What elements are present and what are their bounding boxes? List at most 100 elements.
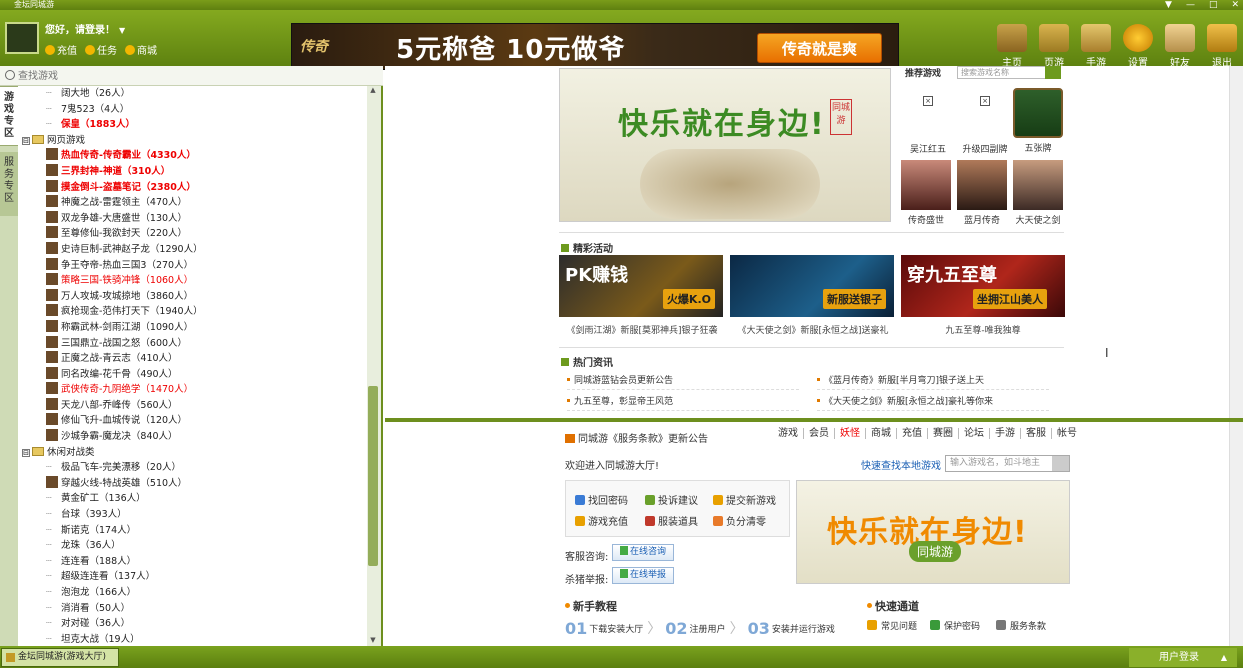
quick-terms[interactable]: 服务条款 [996, 619, 1046, 632]
quick-protect-password[interactable]: 保护密码 [930, 619, 980, 632]
tree-game-item[interactable]: 三界封神-神道（310人） [18, 163, 368, 180]
tree-game-item[interactable]: 天龙八部-乔峰传（560人） [18, 397, 368, 414]
recommend-search-input[interactable]: 搜索游戏名称 [957, 66, 1047, 79]
online-report-button[interactable]: 在线举报 [612, 567, 674, 584]
tree-game-item[interactable]: 三国鼎立-战国之怒（600人） [18, 335, 368, 352]
tree-game-item[interactable]: ┄ 极品飞车-完美漂移（20人） [18, 460, 368, 476]
avatar[interactable] [5, 22, 39, 54]
nav-yaoguai[interactable]: 妖怪 [835, 428, 866, 439]
tree-game-item[interactable]: ┄ 连连看（188人） [18, 554, 368, 570]
tree-game-item[interactable]: 摸金倒斗-盗墓笔记（2380人） [18, 179, 368, 196]
tree-game-item[interactable]: 策略三国-铁骑冲锋（1060人） [18, 273, 368, 289]
banner-button[interactable]: 传奇就是爽 [757, 33, 882, 63]
upper-scrollbar[interactable] [1229, 66, 1243, 418]
online-consult-button[interactable]: 在线咨询 [612, 544, 674, 561]
toolbar-exit[interactable]: 退出 [1201, 24, 1243, 70]
recommend-game[interactable]: 传奇盛世 [901, 160, 951, 226]
nav-support[interactable]: 客服 [1021, 428, 1052, 439]
news-item[interactable]: 九五至尊，彰显帝王风范 [567, 394, 673, 407]
activity-caption[interactable]: 《大天使之剑》新服[永恒之战]送豪礼 [718, 323, 908, 336]
tree-game-item[interactable]: 同名改编-花千骨（490人） [18, 366, 368, 383]
tree-game-item[interactable]: 穿越火线-特战英雄（510人） [18, 475, 368, 492]
mall-link[interactable]: 商城 [125, 42, 157, 57]
recommend-game[interactable]: × 吴江红五 [903, 88, 953, 155]
toolbar-mobilegame[interactable]: 手游 [1075, 24, 1117, 70]
collapse-icon[interactable]: ⊟ [22, 448, 30, 457]
nav-mall[interactable]: 商城 [866, 428, 897, 439]
tree-game-item[interactable]: ┄ 对对碰（36人） [18, 616, 368, 632]
tree-category[interactable]: ⊟ 休闲对战类 [18, 445, 368, 461]
activity-banner[interactable]: PK赚钱 火爆K.O [559, 255, 723, 317]
minimize-icon[interactable]: — [1186, 0, 1195, 10]
tree-game-item[interactable]: 疯抢现金-范伟打天下（1940人） [18, 304, 368, 320]
ad-banner[interactable]: 传奇 5元称爸 10元做爷 传奇就是爽 [291, 23, 899, 70]
tree-game-item[interactable]: ┄ 黄金矿工（136人） [18, 491, 368, 507]
nav-forum[interactable]: 论坛 [959, 428, 990, 439]
recommend-game[interactable]: 蓝月传奇 [957, 160, 1007, 226]
tree-game-item[interactable]: ┄ 消消看（50人） [18, 601, 368, 617]
tree-game-item[interactable]: 争王夺帝-热血三国3（270人） [18, 257, 368, 274]
local-game-search-input[interactable]: 输入游戏名，如斗地主 [945, 455, 1070, 472]
tree-game-item[interactable]: ┄ 龙珠（36人） [18, 538, 368, 554]
service-clear-negative[interactable]: 负分清零 [713, 513, 766, 528]
promo-banner[interactable]: 快乐就在身边! 同城游 [796, 480, 1070, 584]
tree-game-item[interactable]: 热血传奇-传奇霸业（4330人） [18, 148, 368, 164]
toolbar-webgame[interactable]: 页游 [1033, 24, 1075, 70]
search-icon[interactable] [1052, 456, 1069, 471]
tree-game-item[interactable]: 至尊修仙-我欲封天（220人） [18, 226, 368, 242]
user-login-button[interactable]: 用户登录 ▲ [1129, 648, 1237, 667]
service-recharge[interactable]: 游戏充值 [575, 513, 628, 528]
tree-game-item[interactable]: 双龙争雄-大唐盛世（130人） [18, 210, 368, 227]
nav-mobile[interactable]: 手游 [990, 428, 1021, 439]
step-install[interactable]: 03 安装并运行游戏 [748, 619, 835, 638]
service-find-password[interactable]: 找回密码 [575, 492, 628, 507]
dropdown-icon[interactable]: ▼ [1165, 0, 1172, 10]
tree-game-item[interactable]: 称霸武林-剑雨江湖（1090人） [18, 319, 368, 336]
toolbar-friends[interactable]: 好友 [1159, 24, 1201, 70]
service-complaint[interactable]: 投诉建议 [645, 492, 698, 507]
recommend-search-button[interactable] [1045, 66, 1061, 79]
hero-banner[interactable]: 快乐就在身边! 同城游 [559, 68, 891, 222]
tree-game-item[interactable]: 沙城争霸-魔龙决（840人） [18, 429, 368, 445]
quick-faq[interactable]: 常见问题 [867, 619, 917, 632]
activity-banner[interactable]: 新服送银子 [730, 255, 894, 317]
tree-game-item[interactable]: ┄ 阔大地（26人） [18, 86, 368, 102]
activity-banner[interactable]: 穿九五至尊 坐拥江山美人 [901, 255, 1065, 317]
recommend-game[interactable]: 大天使之剑 [1013, 160, 1063, 226]
service-props[interactable]: 服装道具 [645, 513, 698, 528]
tree-game-item[interactable]: ┄ 超级连连看（137人） [18, 569, 368, 585]
tree-game-item[interactable]: 史诗巨制-武神赵子龙（1290人） [18, 241, 368, 258]
tree-game-item[interactable]: 修仙飞升-血城传说（120人） [18, 413, 368, 429]
scroll-down-icon[interactable]: ▼ [367, 636, 379, 646]
nav-recharge[interactable]: 充值 [897, 428, 928, 439]
tree-game-item[interactable]: ┄ 台球（393人） [18, 507, 368, 523]
tree-game-item[interactable]: ┄ 坦克大战（19人） [18, 632, 368, 646]
game-search-input[interactable] [18, 68, 373, 84]
news-item[interactable]: 同城游蓝钻会员更新公告 [567, 373, 673, 386]
tree-game-item[interactable]: 万人攻城-攻城掠地（3860人） [18, 288, 368, 305]
toolbar-settings[interactable]: 设置 [1117, 24, 1159, 70]
scroll-up-icon[interactable]: ▲ [367, 86, 379, 96]
recommend-game[interactable]: 五张牌 [1013, 88, 1063, 154]
lower-scrollbar[interactable] [1229, 422, 1243, 646]
taskbar-item[interactable]: 金坛同城游(游戏大厅) [1, 648, 119, 667]
login-greeting[interactable]: 您好，请登录！ ▼ [45, 21, 125, 36]
nav-games[interactable]: 游戏 [773, 428, 804, 439]
recommend-game[interactable]: × 升级四副牌 [957, 88, 1013, 155]
service-submit-game[interactable]: 提交新游戏 [713, 492, 776, 507]
tree-category[interactable]: ⊟ 网页游戏 [18, 133, 368, 149]
maximize-icon[interactable]: □ [1209, 0, 1218, 10]
tree-game-item[interactable]: 神魔之战-雷霆领主（470人） [18, 195, 368, 211]
tree-game-item[interactable]: ┄ 泡泡龙（166人） [18, 585, 368, 601]
news-item[interactable]: 《蓝月传奇》新服[半月弯刀]银子送上天 [817, 373, 984, 386]
tree-game-item[interactable]: 武侠传奇-九阴绝学（1470人） [18, 382, 368, 398]
tree-game-item[interactable]: ┄ 保皇（1883人） [18, 117, 368, 133]
notice-link[interactable]: 同城游《服务条款》更新公告 [565, 430, 708, 445]
chevron-down-icon[interactable]: ▼ [119, 26, 125, 35]
recharge-link[interactable]: 充值 [45, 42, 77, 57]
close-icon[interactable]: ✕ [1231, 0, 1239, 10]
news-item[interactable]: 《大天使之剑》新服[永恒之战]豪礼等你来 [817, 394, 993, 407]
collapse-icon[interactable]: ⊟ [22, 136, 30, 145]
tree-game-item[interactable]: ┄ 斯诺克（174人） [18, 523, 368, 539]
activity-caption[interactable]: 《剑雨江湖》新服[莫邪神兵]银子狂袭 [547, 323, 737, 336]
